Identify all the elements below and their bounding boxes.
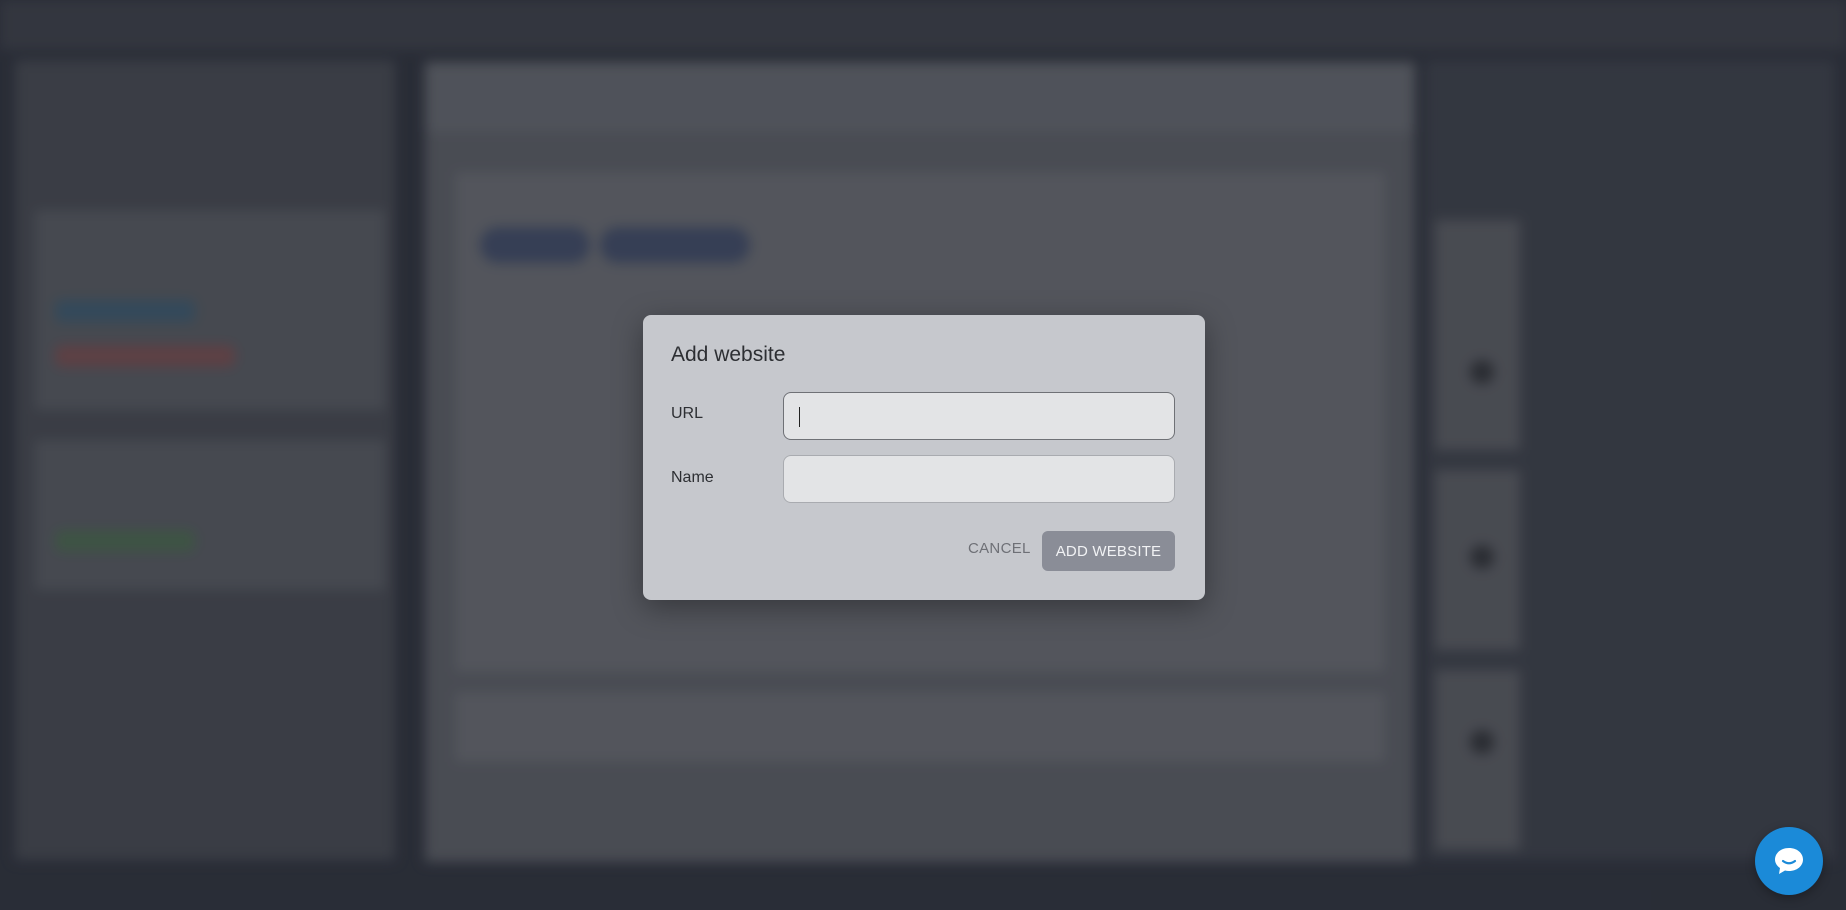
name-input[interactable] xyxy=(783,455,1175,503)
chat-bubble-icon xyxy=(1775,848,1803,874)
text-cursor xyxy=(799,407,800,427)
url-input[interactable] xyxy=(783,392,1175,440)
cancel-button[interactable]: CANCEL xyxy=(960,529,1039,569)
dialog-title: Add website xyxy=(671,343,786,366)
name-label: Name xyxy=(671,469,714,486)
chat-widget-button[interactable] xyxy=(1755,827,1823,895)
url-label: URL xyxy=(671,405,704,422)
add-website-dialog: Add website URL Name CANCEL ADD WEBSITE xyxy=(643,315,1205,600)
add-website-button[interactable]: ADD WEBSITE xyxy=(1042,531,1175,571)
